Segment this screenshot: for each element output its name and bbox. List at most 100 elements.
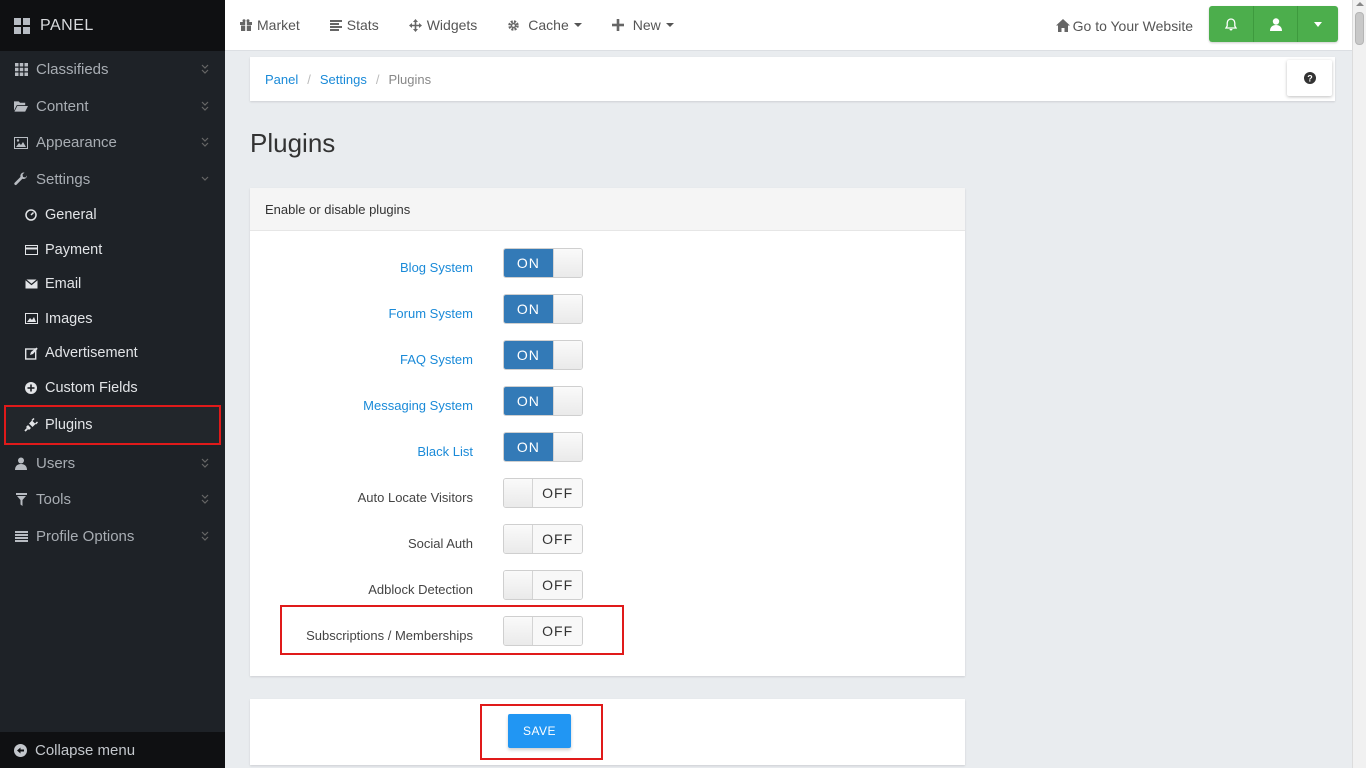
chevron-double-down-icon — [201, 495, 209, 505]
save-card: SAVE — [250, 699, 965, 765]
user-icon — [14, 456, 28, 470]
sidebar-item-appearance[interactable]: Appearance — [0, 124, 225, 161]
cache-label: Cache — [528, 17, 569, 33]
sidebar-sub-images[interactable]: Images — [0, 301, 225, 336]
plugin-toggle-switch[interactable]: ON — [503, 248, 583, 278]
image-icon — [14, 136, 28, 150]
wrench-icon — [14, 172, 28, 186]
sidebar-item-tools[interactable]: Tools — [0, 481, 225, 518]
edit-icon — [24, 346, 38, 360]
plugin-toggle-switch[interactable]: ON — [503, 294, 583, 324]
plugin-toggle-switch[interactable]: OFF — [503, 570, 583, 600]
plugin-label[interactable]: Blog System — [400, 260, 473, 275]
plugin-label[interactable]: Forum System — [388, 306, 473, 321]
gear-icon — [507, 19, 520, 32]
new-dropdown[interactable]: New — [597, 0, 689, 51]
sidebar-sub-general[interactable]: General — [0, 198, 225, 233]
plugin-row: FAQ System ON — [250, 340, 965, 386]
market-link[interactable]: Market — [225, 0, 315, 51]
plugin-row: Messaging System ON — [250, 386, 965, 432]
user-menu-dropdown[interactable] — [1298, 6, 1338, 42]
plus-circle-icon — [24, 381, 38, 395]
plugins-panel: Enable or disable plugins Blog System ON F… — [250, 188, 965, 676]
plus-icon — [611, 19, 624, 31]
help-button[interactable]: ? — [1287, 60, 1332, 96]
sidebar-item-content[interactable]: Content — [0, 88, 225, 125]
toggle-handle — [552, 341, 582, 369]
toggle-handle — [504, 479, 534, 507]
collapse-menu-button[interactable]: Collapse menu — [0, 732, 225, 768]
plugin-toggle-switch[interactable]: ON — [503, 386, 583, 416]
scrollbar-thumb[interactable] — [1355, 12, 1364, 45]
sidebar-item-profile-options[interactable]: Profile Options — [0, 518, 225, 555]
cache-dropdown[interactable]: Cache — [492, 0, 596, 51]
user-button[interactable] — [1254, 6, 1298, 42]
grid-icon — [14, 62, 28, 76]
toggle-handle — [552, 249, 582, 277]
brand[interactable]: PANEL — [0, 0, 225, 51]
filter-icon — [14, 493, 28, 507]
chevron-down-icon — [201, 176, 209, 181]
scroll-up-arrow-icon[interactable] — [1356, 2, 1364, 6]
page-scrollbar[interactable] — [1352, 0, 1366, 768]
plugin-toggle-switch[interactable]: ON — [503, 340, 583, 370]
chevron-double-down-icon — [201, 531, 209, 541]
sidebar-item-settings[interactable]: Settings — [0, 161, 225, 198]
toggle-state-label: ON — [504, 341, 553, 369]
user-button-group — [1209, 6, 1338, 42]
widgets-link[interactable]: Widgets — [394, 0, 493, 51]
highlight-subscriptions — [280, 605, 624, 655]
folder-open-icon — [14, 99, 28, 113]
move-arrows-icon — [408, 18, 422, 32]
chevron-double-down-icon — [201, 101, 209, 111]
sidebar-sub-custom-fields[interactable]: Custom Fields — [0, 370, 225, 405]
plugin-toggle-switch[interactable]: ON — [503, 432, 583, 462]
plugin-label: Social Auth — [407, 536, 473, 551]
sidebar-sub-payment[interactable]: Payment — [0, 232, 225, 267]
stats-link[interactable]: Stats — [315, 0, 394, 51]
breadcrumb-panel[interactable]: Panel — [265, 72, 298, 87]
breadcrumb-settings[interactable]: Settings — [320, 72, 367, 87]
sidebar-sub-label: Email — [45, 276, 82, 292]
notifications-button[interactable] — [1209, 6, 1254, 42]
breadcrumb: Panel / Settings / Plugins ? — [250, 57, 1335, 101]
breadcrumb-separator: / — [375, 71, 380, 87]
sidebar-item-classifieds[interactable]: Classifieds — [0, 51, 225, 88]
envelope-icon — [24, 277, 38, 291]
plugin-toggle-switch[interactable]: OFF — [503, 478, 583, 508]
breadcrumb-separator: / — [307, 71, 311, 87]
sidebar-sub-label: Images — [45, 310, 93, 327]
top-navbar: Market Stats Widgets Cache New Go to You… — [225, 0, 1352, 51]
toggle-state-label: ON — [504, 249, 553, 277]
collapse-menu-label: Collapse menu — [35, 741, 136, 759]
go-to-website-link[interactable]: Go to Your Website — [1055, 0, 1193, 51]
sidebar-sub-label: Advertisement — [45, 345, 138, 361]
panel-heading: Enable or disable plugins — [250, 188, 965, 231]
highlight-save — [480, 704, 603, 760]
svg-text:?: ? — [1307, 73, 1313, 83]
plugin-row: Black List ON — [250, 432, 965, 478]
plugin-label[interactable]: Messaging System — [363, 398, 473, 413]
image-icon — [24, 312, 38, 326]
sidebar-sub-label: Payment — [45, 241, 103, 258]
sidebar-item-label: Classifieds — [36, 60, 109, 78]
user-icon — [1269, 17, 1282, 31]
plugin-toggle-switch[interactable]: OFF — [503, 524, 583, 554]
plugin-label: Auto Locate Visitors — [357, 490, 473, 505]
apps-grid-icon — [14, 17, 30, 34]
align-left-icon — [329, 19, 342, 31]
plugin-label[interactable]: Black List — [417, 444, 473, 459]
sidebar-sub-plugins[interactable]: Plugins — [4, 404, 221, 445]
list-icon — [14, 529, 28, 543]
caret-down-icon — [665, 23, 674, 27]
sidebar-sub-email[interactable]: Email — [0, 267, 225, 302]
sidebar-item-label: Appearance — [36, 134, 117, 152]
toggle-state-label: ON — [504, 387, 553, 415]
sidebar-item-users[interactable]: Users — [0, 445, 225, 482]
plugin-label[interactable]: FAQ System — [400, 352, 473, 367]
market-label: Market — [257, 17, 300, 33]
sidebar-sub-advertisement[interactable]: Advertisement — [0, 336, 225, 371]
go-to-website-label: Go to Your Website — [1072, 17, 1193, 34]
toggle-handle — [552, 387, 582, 415]
question-circle-icon: ? — [1303, 72, 1316, 84]
